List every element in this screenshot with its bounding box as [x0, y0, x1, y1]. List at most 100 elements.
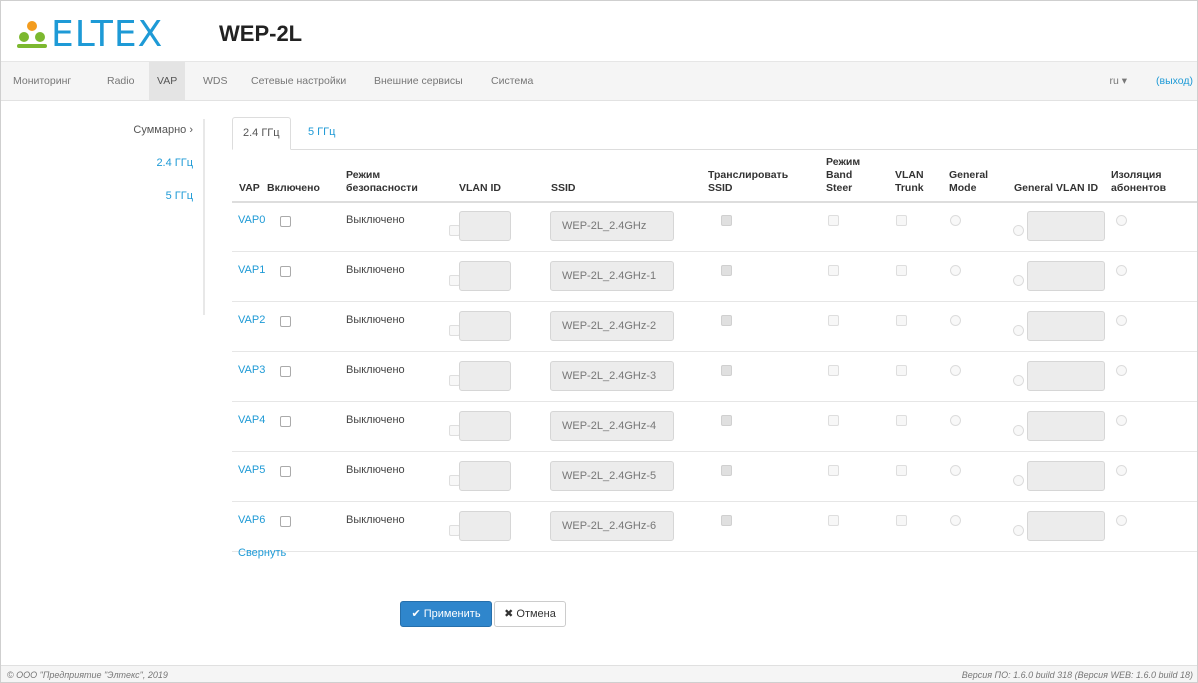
enabled-checkbox[interactable] [280, 466, 291, 477]
isolation-checkbox[interactable] [1116, 315, 1127, 326]
cancel-button[interactable]: ✖ Отмена [494, 601, 566, 627]
ssid-input[interactable]: WEP-2L_2.4GHz-5 [550, 461, 674, 491]
nav-radio[interactable]: Radio [99, 62, 142, 100]
general-vlan-id-input[interactable] [1027, 361, 1105, 391]
general-vlan-checkbox[interactable] [1013, 525, 1024, 536]
col-security: Режим безопасности [346, 169, 418, 194]
vlan-id-input[interactable] [459, 411, 511, 441]
isolation-checkbox[interactable] [1116, 465, 1127, 476]
general-vlan-checkbox[interactable] [1013, 325, 1024, 336]
vlan-id-input[interactable] [459, 311, 511, 341]
vlan-trunk-checkbox[interactable] [896, 215, 907, 226]
general-vlan-id-input[interactable] [1027, 411, 1105, 441]
general-mode-checkbox[interactable] [950, 365, 961, 376]
general-vlan-checkbox[interactable] [1013, 425, 1024, 436]
vap-link[interactable]: VAP0 [238, 214, 265, 226]
vlan-id-input[interactable] [459, 361, 511, 391]
tab-5ghz[interactable]: 5 ГГц [298, 117, 345, 148]
vlan-id-input[interactable] [459, 211, 511, 241]
band-steer-checkbox[interactable] [828, 215, 839, 226]
nav-system[interactable]: Система [483, 62, 541, 100]
vap-link[interactable]: VAP2 [238, 314, 265, 326]
broadcast-ssid-checkbox[interactable] [721, 215, 732, 226]
vap-link[interactable]: VAP4 [238, 414, 265, 426]
ssid-input[interactable]: WEP-2L_2.4GHz [550, 211, 674, 241]
general-vlan-id-input[interactable] [1027, 261, 1105, 291]
vlan-trunk-checkbox[interactable] [896, 515, 907, 526]
ssid-input[interactable]: WEP-2L_2.4GHz-4 [550, 411, 674, 441]
isolation-checkbox[interactable] [1116, 415, 1127, 426]
general-mode-checkbox[interactable] [950, 465, 961, 476]
enabled-checkbox[interactable] [280, 316, 291, 327]
general-mode-checkbox[interactable] [950, 515, 961, 526]
broadcast-ssid-checkbox[interactable] [721, 415, 732, 426]
enabled-checkbox[interactable] [280, 266, 291, 277]
broadcast-ssid-checkbox[interactable] [721, 515, 732, 526]
vlan-trunk-checkbox[interactable] [896, 315, 907, 326]
broadcast-ssid-checkbox[interactable] [721, 315, 732, 326]
collapse-link[interactable]: Свернуть [238, 547, 286, 559]
general-mode-checkbox[interactable] [950, 315, 961, 326]
nav-external-services[interactable]: Внешние сервисы [366, 62, 471, 100]
broadcast-ssid-checkbox[interactable] [721, 265, 732, 276]
isolation-checkbox[interactable] [1116, 265, 1127, 276]
ssid-input[interactable]: WEP-2L_2.4GHz-3 [550, 361, 674, 391]
vlan-id-input[interactable] [459, 511, 511, 541]
vlan-id-input[interactable] [459, 261, 511, 291]
ssid-input[interactable]: WEP-2L_2.4GHz-2 [550, 311, 674, 341]
general-vlan-id-input[interactable] [1027, 511, 1105, 541]
general-vlan-id-input[interactable] [1027, 211, 1105, 241]
isolation-checkbox[interactable] [1116, 215, 1127, 226]
apply-button[interactable]: ✔ Применить [400, 601, 492, 627]
band-steer-checkbox[interactable] [828, 315, 839, 326]
general-vlan-checkbox[interactable] [1013, 375, 1024, 386]
language-selector[interactable]: ru ▾ [1109, 62, 1127, 100]
general-vlan-id-input[interactable] [1027, 311, 1105, 341]
band-steer-checkbox[interactable] [828, 465, 839, 476]
band-steer-checkbox[interactable] [828, 365, 839, 376]
general-vlan-checkbox[interactable] [1013, 225, 1024, 236]
general-mode-checkbox[interactable] [950, 415, 961, 426]
general-mode-checkbox[interactable] [950, 215, 961, 226]
nav-monitoring[interactable]: Мониторинг [5, 62, 79, 100]
general-mode-checkbox[interactable] [950, 265, 961, 276]
logo-wordmark: ELTEX [51, 14, 164, 55]
vap-link[interactable]: VAP6 [238, 514, 265, 526]
footer-copyright: © ООО "Предприятие "Элтекс", 2019 [7, 670, 168, 680]
vlan-trunk-checkbox[interactable] [896, 465, 907, 476]
ssid-input[interactable]: WEP-2L_2.4GHz-6 [550, 511, 674, 541]
enabled-checkbox[interactable] [280, 366, 291, 377]
enabled-checkbox[interactable] [280, 416, 291, 427]
sidebar-item-2-4ghz[interactable]: 2.4 ГГц [156, 157, 193, 169]
broadcast-ssid-checkbox[interactable] [721, 465, 732, 476]
eltex-logo-icon [17, 21, 47, 48]
nav-vap[interactable]: VAP [149, 62, 186, 100]
vap-link[interactable]: VAP1 [238, 264, 265, 276]
vap-link[interactable]: VAP3 [238, 364, 265, 376]
vlan-trunk-checkbox[interactable] [896, 265, 907, 276]
band-steer-checkbox[interactable] [828, 515, 839, 526]
nav-wds[interactable]: WDS [195, 62, 236, 100]
vap-link[interactable]: VAP5 [238, 464, 265, 476]
col-vlan-trunk: VLAN Trunk [895, 169, 924, 194]
general-vlan-checkbox[interactable] [1013, 275, 1024, 286]
tab-2-4ghz[interactable]: 2.4 ГГц [232, 117, 291, 150]
vlan-id-input[interactable] [459, 461, 511, 491]
enabled-checkbox[interactable] [280, 216, 291, 227]
nav-network-settings[interactable]: Сетевые настройки [243, 62, 354, 100]
ssid-input[interactable]: WEP-2L_2.4GHz-1 [550, 261, 674, 291]
isolation-checkbox[interactable] [1116, 365, 1127, 376]
vlan-trunk-checkbox[interactable] [896, 365, 907, 376]
band-steer-checkbox[interactable] [828, 265, 839, 276]
broadcast-ssid-checkbox[interactable] [721, 365, 732, 376]
band-steer-checkbox[interactable] [828, 415, 839, 426]
vlan-trunk-checkbox[interactable] [896, 415, 907, 426]
eltex-logo: ELTEX [15, 15, 185, 55]
isolation-checkbox[interactable] [1116, 515, 1127, 526]
enabled-checkbox[interactable] [280, 516, 291, 527]
general-vlan-id-input[interactable] [1027, 461, 1105, 491]
logout-link[interactable]: (выход) [1156, 62, 1193, 100]
sidebar-item-summary[interactable]: Суммарно › [133, 124, 193, 136]
sidebar-item-5ghz[interactable]: 5 ГГц [166, 190, 193, 202]
general-vlan-checkbox[interactable] [1013, 475, 1024, 486]
